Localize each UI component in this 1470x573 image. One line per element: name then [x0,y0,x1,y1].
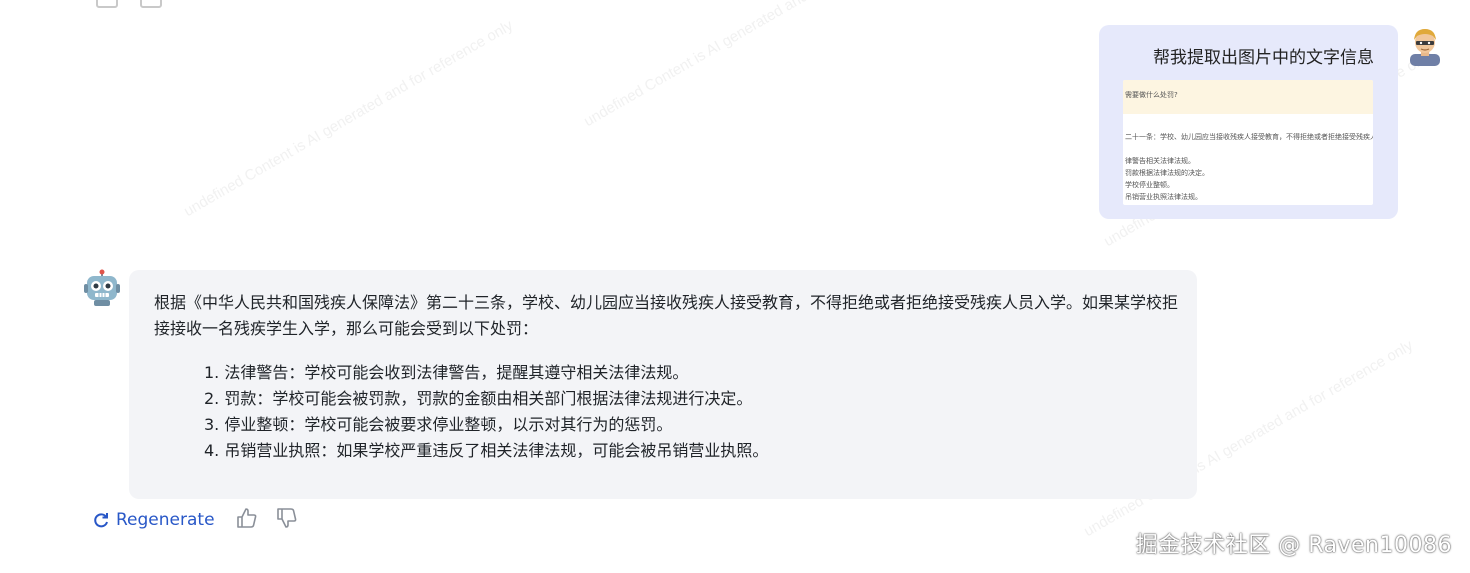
thumbnail-text-line: 吊销营业执照法律法规。 [1125,193,1202,201]
thumbnail-text-line: 二十一条：学校、幼儿园应当接收残疾人接受教育，不得拒绝或者拒绝接受残疾人 [1125,133,1373,141]
thumbs-up-icon[interactable] [235,507,257,529]
list-item: 2. 罚款：学校可能会被罚款，罚款的金额由相关部门根据法律法规进行决定。 [204,389,753,408]
watermark: undefined Content is AI generated and fo… [181,16,516,221]
watermark: undefined Content is AI generated and fo… [581,0,916,131]
regenerate-label: Regenerate [116,510,215,530]
bot-message-content: 根据《中华人民共和国残疾人保障法》第二十三条，学校、幼儿园应当接收残疾人接受教育… [154,290,1184,464]
thumbnail-text-line: 学校停业整顿。 [1125,181,1174,189]
user-avatar-icon [1406,26,1444,66]
list-item: 4. 吊销营业执照：如果学校严重违反了相关法律法规，可能会被吊销营业执照。 [204,441,769,460]
bot-avatar-icon [84,269,120,307]
user-message-bubble: 帮我提取出图片中的文字信息 需要做什么处罚? 二十一条：学校、幼儿园应当接收残疾… [1099,25,1398,219]
user-message-text: 帮我提取出图片中的文字信息 [1153,48,1374,68]
refresh-icon [94,513,108,528]
list-item: 1. 法律警告：学校可能会收到法律警告，提醒其遵守相关法律法规。 [204,363,689,382]
regenerate-button[interactable]: Regenerate [92,510,215,530]
thumbs-down-icon[interactable] [275,507,297,529]
edit-icon[interactable] [140,0,162,8]
attached-image-thumbnail[interactable]: 需要做什么处罚? 二十一条：学校、幼儿园应当接收残疾人接受教育，不得拒绝或者拒绝… [1123,80,1373,205]
penalty-list: 1. 法律警告：学校可能会收到法律警告，提醒其遵守相关法律法规。 2. 罚款：学… [154,360,1184,464]
copy-icon[interactable] [96,0,118,8]
thumbnail-text-line: 律警告相关法律法规。 [1125,157,1195,165]
previous-message-actions [96,0,162,8]
site-watermark-label: 掘金技术社区 @ Raven10086 [1135,533,1452,558]
thumbnail-text-line: 需要做什么处罚? [1125,91,1178,99]
bot-message-intro: 根据《中华人民共和国残疾人保障法》第二十三条，学校、幼儿园应当接收残疾人接受教育… [154,293,1179,338]
list-item: 3. 停业整顿：学校可能会被要求停业整顿，以示对其行为的惩罚。 [204,415,673,434]
thumbnail-text-line: 罚款根据法律法规的决定。 [1125,169,1209,177]
bot-message-bubble: 根据《中华人民共和国残疾人保障法》第二十三条，学校、幼儿园应当接收残疾人接受教育… [129,270,1197,499]
feedback-buttons [235,507,297,529]
